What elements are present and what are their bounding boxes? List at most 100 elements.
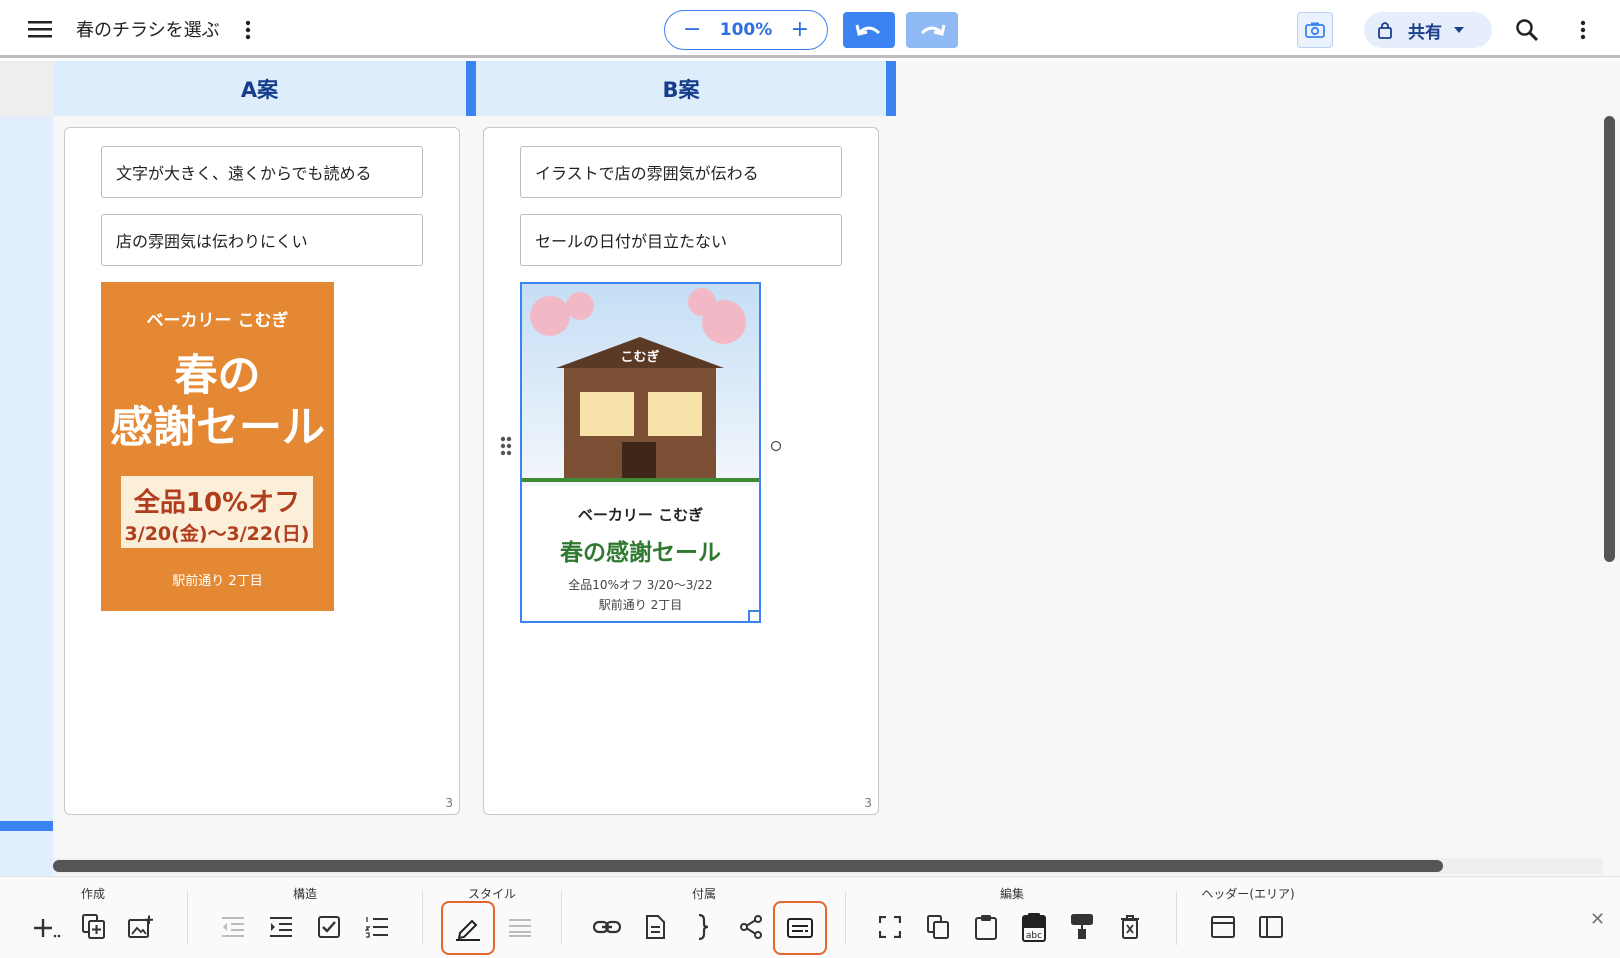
undo-button[interactable] xyxy=(843,12,895,48)
select-all-button[interactable] xyxy=(870,907,910,947)
format-paint-button[interactable] xyxy=(1062,907,1102,947)
checkbox-button[interactable] xyxy=(309,907,349,947)
group-label-create: 作成 xyxy=(80,887,105,901)
checkbox-icon xyxy=(318,916,340,938)
flyer-b-illustration: こむぎ xyxy=(522,284,759,486)
paste-text-icon: abc xyxy=(1022,913,1046,942)
card-a[interactable]: 文字が大きく、遠くからでも読める 店の雰囲気は伝わりにくい ベーカリー こむぎ … xyxy=(64,127,460,815)
row-header-indicator xyxy=(0,821,53,831)
group-label-header-area: ヘッダー(エリア) xyxy=(1201,887,1295,901)
header-row-icon xyxy=(1211,916,1235,938)
card-b[interactable]: イラストで店の雰囲気が伝わる セールの日付が目立たない こむぎ ベーカリー こむ… xyxy=(483,127,879,815)
divider xyxy=(845,891,846,945)
flyer-a-image[interactable]: ベーカリー こむぎ 春の 感謝セール 全品10%オフ 3/20(金)〜3/22(… xyxy=(101,282,334,611)
page-number-a: 3 xyxy=(445,796,453,810)
copy-button[interactable] xyxy=(918,907,958,947)
link-icon xyxy=(593,920,621,934)
column-header-a[interactable]: A案 xyxy=(53,61,466,116)
rotate-handle-icon[interactable] xyxy=(770,440,782,452)
indent-button[interactable] xyxy=(261,907,301,947)
copy-plus-icon xyxy=(82,914,105,939)
document-button[interactable] xyxy=(635,907,675,947)
caption-icon xyxy=(787,918,813,938)
paste-text-button[interactable]: abc xyxy=(1014,907,1054,947)
column-resize-handle-b[interactable] xyxy=(886,61,896,116)
redo-icon xyxy=(920,24,946,36)
paint-roller-icon xyxy=(1071,914,1093,939)
column-header-b[interactable]: B案 xyxy=(476,61,886,116)
row-header-strip[interactable] xyxy=(0,117,53,877)
flyer-b-offer: 全品10%オフ 3/20〜3/22 xyxy=(568,578,713,592)
top-bar: 春のチラシを選ぶ − 100% + 共有 xyxy=(0,0,1620,58)
vertical-scrollbar[interactable] xyxy=(1604,116,1615,562)
share-button[interactable]: 共有 xyxy=(1364,12,1492,48)
flyer-b-address: 駅前通り 2丁目 xyxy=(598,598,683,612)
share-node-button[interactable] xyxy=(731,907,771,947)
link-button[interactable] xyxy=(587,907,627,947)
caret-down-icon xyxy=(1454,27,1464,33)
flyer-a-headline: 春の 感謝セール xyxy=(110,351,325,453)
flyer-a-address: 駅前通り 2丁目 xyxy=(172,574,263,589)
outdent-icon xyxy=(222,917,244,937)
more-vertical-icon[interactable] xyxy=(238,18,258,42)
paste-button[interactable] xyxy=(966,907,1006,947)
header-column-icon xyxy=(1259,916,1283,938)
line-style-button[interactable] xyxy=(500,907,540,947)
note-a-1[interactable]: 文字が大きく、遠くからでも読める xyxy=(101,146,423,198)
snapshot-button[interactable] xyxy=(1297,12,1333,48)
flyer-a-offer-box: 全品10%オフ 3/20(金)〜3/22(日) xyxy=(121,476,313,548)
trash-icon xyxy=(1121,915,1139,939)
flyer-b-info: ベーカリー こむぎ 春の感謝セール 全品10%オフ 3/20〜3/22 駅前通り… xyxy=(522,486,759,615)
add-image-button[interactable] xyxy=(121,907,161,947)
zoom-out-button[interactable]: − xyxy=(683,19,701,41)
group-label-structure: 構造 xyxy=(292,887,317,901)
note-b-1[interactable]: イラストで店の雰囲気が伝わる xyxy=(520,146,842,198)
search-icon[interactable] xyxy=(1513,16,1541,44)
note-b-2[interactable]: セールの日付が目立たない xyxy=(520,214,842,266)
resize-handle[interactable] xyxy=(748,610,761,623)
corner-cell xyxy=(0,61,53,117)
flyer-b-roof-label: こむぎ xyxy=(620,349,659,365)
svg-text:abc: abc xyxy=(1026,931,1042,941)
flyer-b-shop: ベーカリー こむぎ xyxy=(577,506,704,524)
horizontal-scrollbar[interactable] xyxy=(53,860,1443,872)
group-label-style: スタイル xyxy=(467,887,516,901)
numbered-list-button[interactable] xyxy=(357,907,397,947)
flyer-b-image[interactable]: こむぎ ベーカリー こむぎ 春の感謝セール 全品10%オフ 3/20〜3/22 … xyxy=(520,282,761,623)
zoom-in-button[interactable]: + xyxy=(791,19,809,41)
clipboard-icon xyxy=(975,915,997,940)
divider xyxy=(1176,891,1177,945)
note-a-2[interactable]: 店の雰囲気は伝わりにくい xyxy=(101,214,423,266)
overflow-menu-icon[interactable] xyxy=(1573,18,1593,42)
add-item-button[interactable] xyxy=(27,907,67,947)
board-canvas[interactable]: A案 B案 文字が大きく、遠くからでも読める 店の雰囲気は伝わりにくい ベーカリ… xyxy=(0,61,1620,877)
plus-more-icon xyxy=(34,919,61,938)
brace-button[interactable] xyxy=(683,907,723,947)
header-column-button[interactable] xyxy=(1251,907,1291,947)
select-frame-icon xyxy=(879,916,901,938)
zoom-control: − 100% + xyxy=(664,10,828,50)
share-label: 共有 xyxy=(1408,22,1442,43)
caption-button[interactable] xyxy=(773,901,827,955)
zoom-value: 100% xyxy=(719,20,773,40)
divider xyxy=(561,891,562,945)
delete-button[interactable] xyxy=(1110,907,1150,947)
pen-style-button[interactable] xyxy=(441,901,495,955)
column-resize-handle-a[interactable] xyxy=(466,61,476,116)
document-title[interactable]: 春のチラシを選ぶ xyxy=(76,16,220,42)
outdent-button[interactable] xyxy=(213,907,253,947)
image-plus-icon xyxy=(128,915,153,938)
drag-handle-icon[interactable] xyxy=(498,434,514,458)
divider xyxy=(187,891,188,945)
document-icon xyxy=(646,915,665,939)
duplicate-add-button[interactable] xyxy=(74,907,114,947)
header-row-button[interactable] xyxy=(1203,907,1243,947)
indent-icon xyxy=(270,917,292,937)
camera-icon xyxy=(1305,22,1325,38)
flyer-b-headline: 春の感謝セール xyxy=(560,540,721,566)
redo-button[interactable] xyxy=(906,12,958,48)
divider xyxy=(422,891,423,945)
close-toolbar-icon[interactable]: ✕ xyxy=(1590,909,1605,930)
brace-icon xyxy=(698,914,709,940)
menu-icon[interactable] xyxy=(26,16,54,42)
